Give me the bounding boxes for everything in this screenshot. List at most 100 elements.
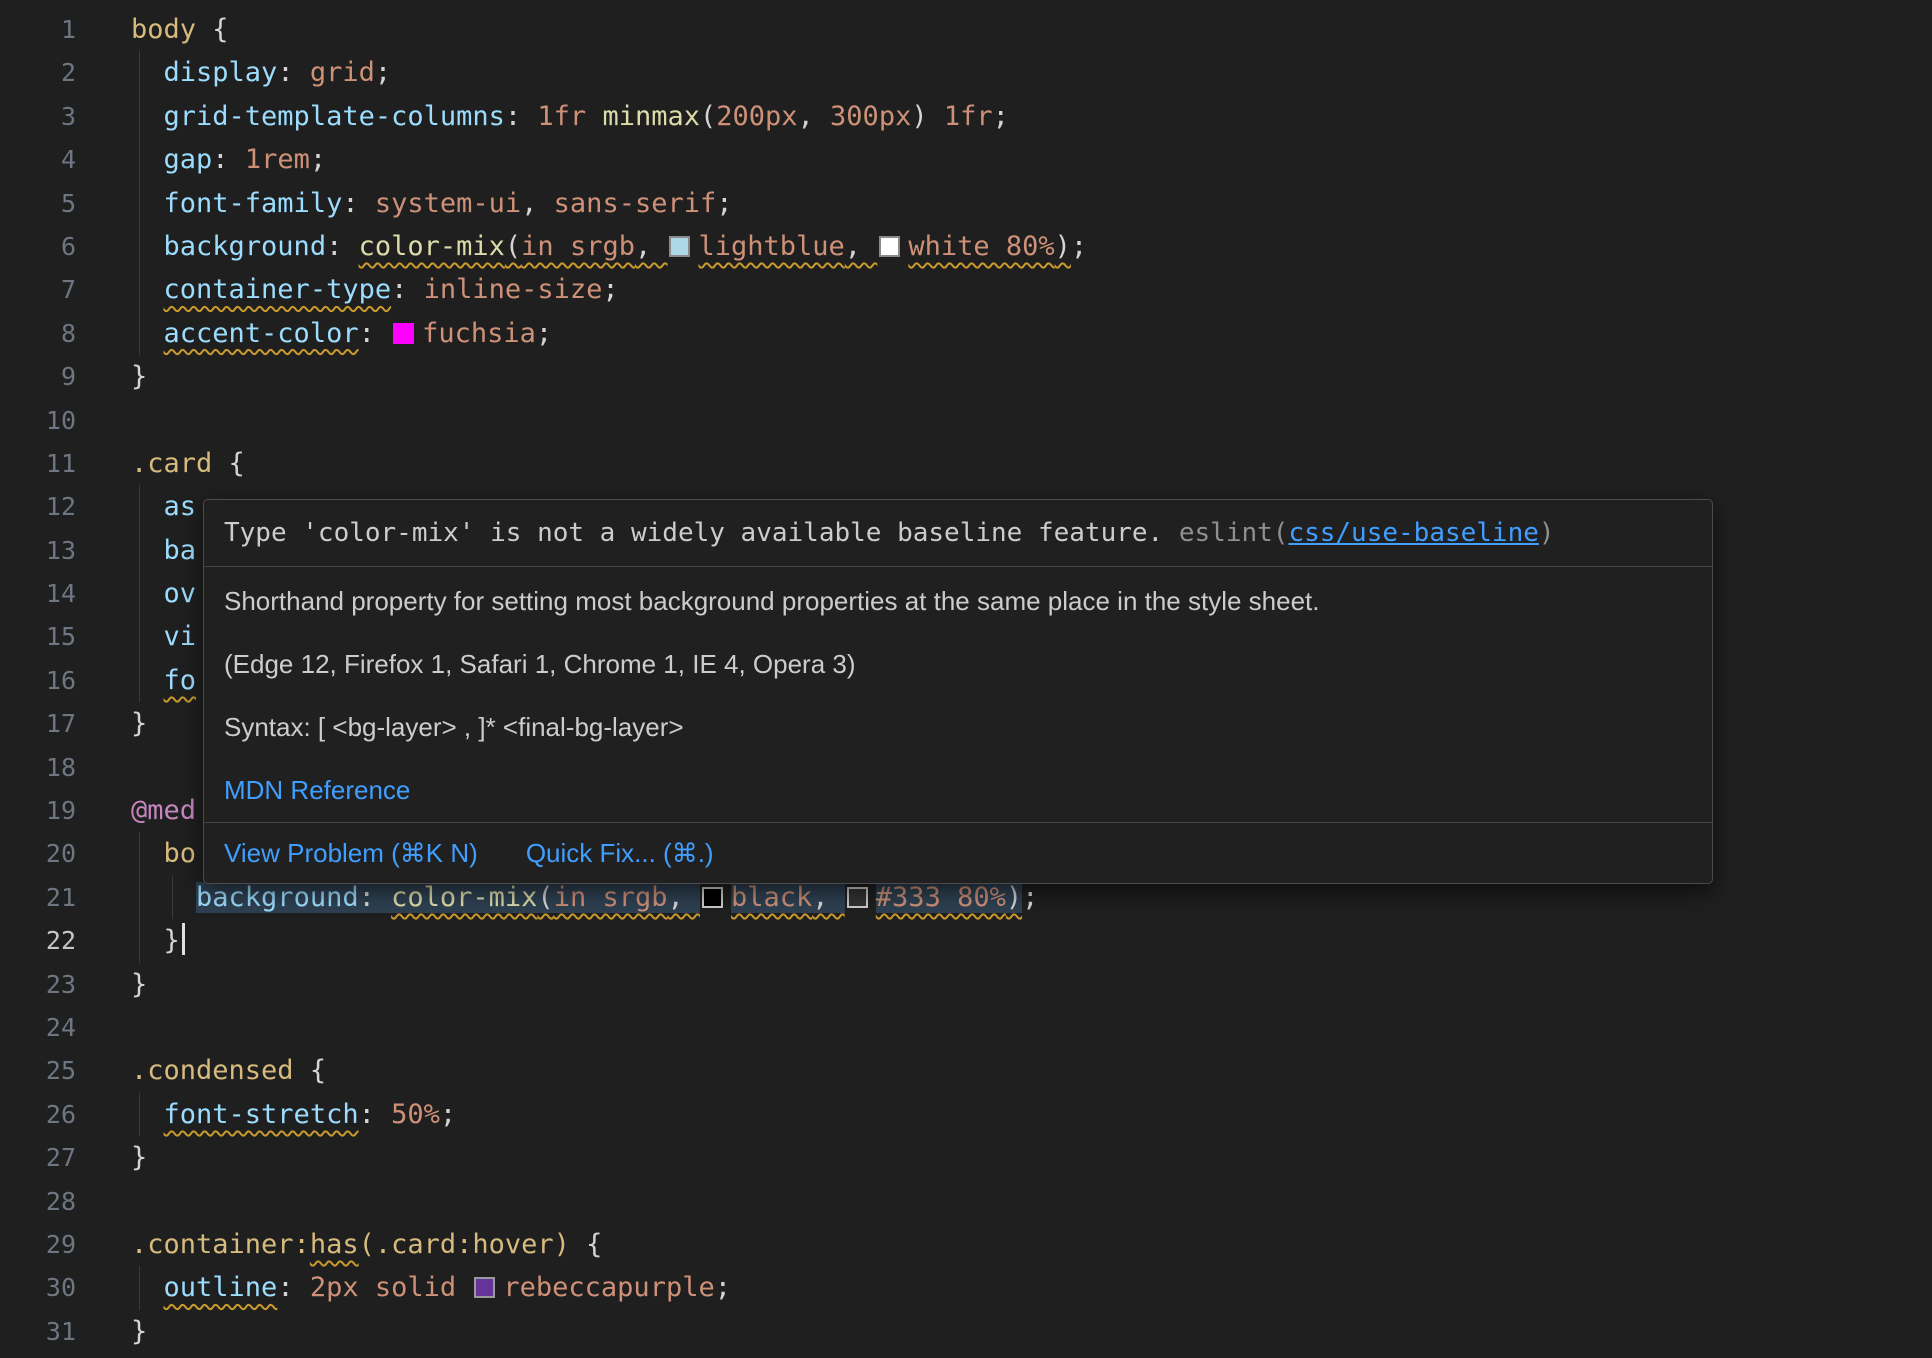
line-content: grid-template-columns: 1fr minmax(200px,… (76, 95, 1932, 138)
code-token: has (310, 1229, 359, 1260)
code-token (131, 491, 164, 522)
code-line[interactable]: 4 gap: 1rem; (0, 138, 1932, 181)
code-line[interactable]: 27} (0, 1136, 1932, 1179)
code-token: { (310, 1055, 326, 1086)
color-swatch[interactable] (669, 236, 690, 257)
mdn-reference-link[interactable]: MDN Reference (224, 774, 410, 806)
code-token: ; (1022, 882, 1038, 913)
color-swatch[interactable] (847, 887, 868, 908)
code-token (131, 318, 164, 349)
line-number: 31 (0, 1310, 76, 1353)
code-token: ov (164, 578, 197, 609)
indent-guide (139, 876, 140, 919)
code-token: } (131, 1316, 147, 1347)
code-token: } (131, 708, 147, 739)
docs-section: Shorthand property for setting most back… (204, 567, 1712, 822)
code-line[interactable]: 9} (0, 355, 1932, 398)
code-line[interactable]: 28 (0, 1180, 1932, 1223)
code-token: in srgb (521, 231, 635, 262)
code-token: @med (131, 795, 196, 826)
code-token: black (731, 882, 812, 913)
baseline-rule-link[interactable]: css/use-baseline (1288, 518, 1538, 548)
line-number: 30 (0, 1266, 76, 1309)
line-number: 10 (0, 399, 76, 442)
code-line[interactable]: 1body { (0, 8, 1932, 51)
color-swatch[interactable] (879, 236, 900, 257)
code-token (131, 882, 196, 913)
code-token: } (131, 1142, 147, 1173)
line-content: font-stretch: 50%; (76, 1093, 1932, 1136)
line-number: 3 (0, 95, 76, 138)
line-content: gap: 1rem; (76, 138, 1932, 181)
code-line[interactable]: 31} (0, 1310, 1932, 1353)
indent-guide (139, 832, 140, 875)
code-token: grid (310, 57, 375, 88)
code-line[interactable]: 23} (0, 963, 1932, 1006)
code-line[interactable]: 30 outline: 2px solid rebeccapurple; (0, 1266, 1932, 1309)
code-token: lightblue (698, 231, 844, 262)
line-number: 14 (0, 572, 76, 615)
line-content: background: color-mix(in srgb, lightblue… (76, 225, 1932, 268)
line-number: 27 (0, 1136, 76, 1179)
code-line[interactable]: 22 } (0, 919, 1932, 962)
indent-guide (139, 225, 140, 268)
code-token: : (212, 144, 245, 175)
line-number: 22 (0, 919, 76, 962)
eslint-source-prefix: eslint( (1179, 518, 1289, 548)
code-token: (.card:hover) (359, 1229, 587, 1260)
code-line[interactable]: 25.condensed { (0, 1049, 1932, 1092)
code-token (131, 274, 164, 305)
code-token: .condensed (131, 1055, 310, 1086)
code-token: : (326, 231, 359, 262)
code-line[interactable]: 29.container:has(.card:hover) { (0, 1223, 1932, 1266)
indent-guide (172, 876, 173, 919)
quick-fix-link[interactable]: Quick Fix... (⌘.) (526, 837, 714, 869)
code-token: } (131, 969, 147, 1000)
line-content (76, 1180, 1932, 1223)
code-token: : (342, 188, 375, 219)
line-number: 25 (0, 1049, 76, 1092)
code-line[interactable]: 5 font-family: system-ui, sans-serif; (0, 182, 1932, 225)
code-token: ba (164, 535, 197, 566)
code-token: { (212, 14, 228, 45)
code-line[interactable]: 7 container-type: inline-size; (0, 268, 1932, 311)
line-number: 6 (0, 225, 76, 268)
code-line[interactable]: 11.card { (0, 442, 1932, 485)
line-number: 15 (0, 615, 76, 658)
code-token: , (521, 188, 554, 219)
code-token (131, 57, 164, 88)
code-token: ; (715, 1272, 731, 1303)
code-line[interactable]: 8 accent-color: fuchsia; (0, 312, 1932, 355)
code-line[interactable]: 6 background: color-mix(in srgb, lightbl… (0, 225, 1932, 268)
line-number: 20 (0, 832, 76, 875)
code-editor: 1body {2 display: grid;3 grid-template-c… (0, 0, 1932, 1358)
code-line[interactable]: 26 font-stretch: 50%; (0, 1093, 1932, 1136)
line-content: .condensed { (76, 1049, 1932, 1092)
code-token: , (798, 101, 831, 132)
code-token (131, 231, 164, 262)
view-problem-link[interactable]: View Problem (⌘K N) (224, 837, 478, 869)
code-token: 200px (716, 101, 797, 132)
doc-browser-support: (Edge 12, Firefox 1, Safari 1, Chrome 1,… (224, 648, 1692, 680)
color-swatch[interactable] (474, 1277, 495, 1298)
code-line[interactable]: 10 (0, 399, 1932, 442)
line-content (76, 1006, 1932, 1049)
code-token: 1fr (537, 101, 602, 132)
code-token: as (164, 491, 197, 522)
color-swatch[interactable] (393, 323, 414, 344)
code-token: ; (536, 318, 552, 349)
indent-guide (139, 268, 140, 311)
color-swatch[interactable] (702, 887, 723, 908)
code-token (131, 1099, 164, 1130)
indent-guide (139, 615, 140, 658)
code-line[interactable]: 2 display: grid; (0, 51, 1932, 94)
code-token: white 80% (908, 231, 1054, 262)
line-number: 5 (0, 182, 76, 225)
line-content: } (76, 919, 1932, 962)
line-number: 24 (0, 1006, 76, 1049)
code-token: : (359, 318, 392, 349)
code-token: , (635, 231, 668, 262)
line-number: 21 (0, 876, 76, 919)
code-line[interactable]: 24 (0, 1006, 1932, 1049)
code-line[interactable]: 3 grid-template-columns: 1fr minmax(200p… (0, 95, 1932, 138)
